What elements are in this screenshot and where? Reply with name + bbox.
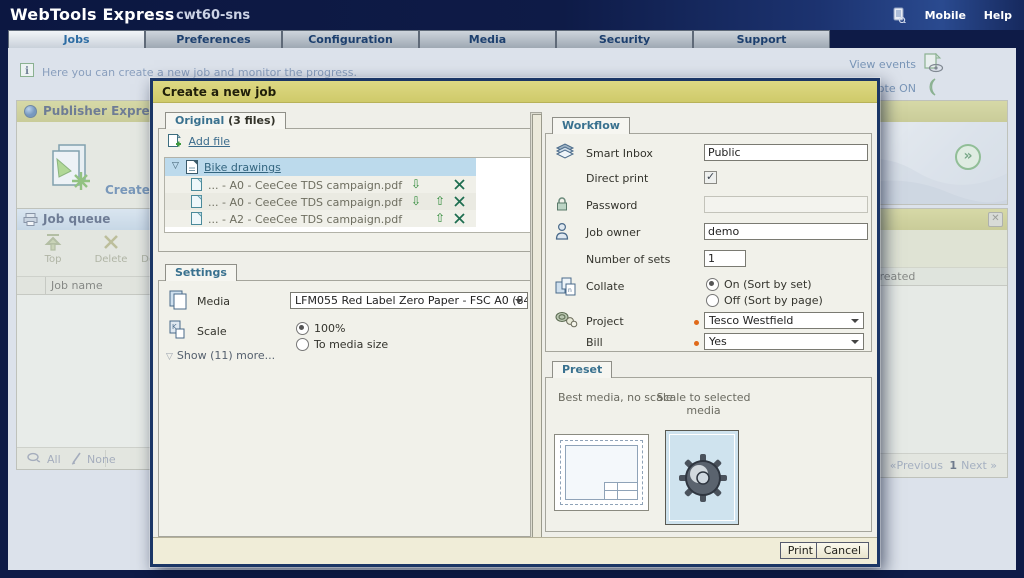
settings-section: Media LFM055 Red Label Zero Paper - FSC …: [158, 280, 538, 537]
move-down-icon[interactable]: ⇩: [411, 177, 421, 191]
collate-label: Collate: [586, 280, 624, 293]
collate-on-radio[interactable]: [706, 278, 719, 291]
gear-image: [677, 452, 729, 504]
media-label: Media: [197, 295, 230, 308]
smart-inbox-input[interactable]: [704, 144, 868, 161]
required-indicator: [694, 320, 699, 325]
dialog-title-bar: Create a new job: [153, 81, 877, 103]
tab-security[interactable]: Security: [556, 30, 693, 48]
required-indicator: [694, 341, 699, 346]
project-select[interactable]: Tesco Westfield: [704, 312, 864, 329]
scale-icon: K: [167, 319, 187, 339]
tab-settings[interactable]: Settings: [165, 264, 237, 281]
workflow-section: Smart Inbox Direct print Password Job ow…: [545, 133, 872, 352]
title-block: [604, 482, 638, 500]
bill-select[interactable]: Yes: [704, 333, 864, 350]
mobile-link[interactable]: Mobile: [925, 9, 966, 22]
collate-off-radio[interactable]: [706, 294, 719, 307]
file-document-icon: [191, 195, 202, 208]
collate-on-label: On (Sort by set): [724, 278, 812, 291]
password-label: Password: [586, 199, 637, 212]
number-of-sets-label: Number of sets: [586, 253, 670, 266]
job-owner-icon: [554, 222, 570, 240]
job-owner-input[interactable]: [704, 223, 868, 240]
preset-best-media-thumbnail[interactable]: [554, 434, 649, 511]
move-up-icon[interactable]: ⇧: [435, 194, 445, 208]
collate-off-label: Off (Sort by page): [724, 294, 823, 307]
tab-preferences[interactable]: Preferences: [145, 30, 282, 48]
svg-text:n: n: [568, 287, 572, 294]
password-input: [704, 196, 868, 213]
job-owner-label: Job owner: [586, 226, 640, 239]
group-name-link[interactable]: Bike drawings: [204, 161, 281, 174]
project-label: Project: [586, 315, 624, 328]
add-file-link[interactable]: Add file: [167, 134, 230, 148]
tab-support[interactable]: Support: [693, 30, 830, 48]
tab-jobs[interactable]: Jobs: [8, 30, 145, 48]
dialog-body: Original (3 files) Add file ▽ Bike drawi…: [153, 103, 877, 564]
media-icon: [167, 289, 187, 309]
app-title: WebTools Express: [10, 5, 174, 24]
media-select[interactable]: LFM055 Red Label Zero Paper - FSC A0 (84…: [290, 292, 528, 309]
file-name: ... - A0 - CeeCee TDS campaign.pdf: [208, 196, 402, 209]
dialog-footer: Print Cancel: [153, 537, 877, 564]
create-new-job-dialog: Create a new job Original (3 files) Add …: [150, 78, 880, 567]
smart-inbox-icon: [554, 142, 576, 160]
file-name: ... - A0 - CeeCee TDS campaign.pdf: [208, 179, 402, 192]
project-icon: [554, 310, 578, 328]
scale-to-media-label: To media size: [314, 338, 388, 351]
app-header: WebTools Express cwt60-sns Mobile Help: [0, 0, 1024, 30]
scale-100-label: 100%: [314, 322, 345, 335]
tab-workflow[interactable]: Workflow: [552, 117, 630, 134]
scale-100-radio[interactable]: [296, 322, 309, 335]
file-row[interactable]: ... - A0 - CeeCee TDS campaign.pdf ⇩ ⇧: [165, 193, 476, 210]
file-document-icon: [191, 178, 202, 191]
preset-scale-thumbnail[interactable]: [665, 430, 739, 525]
tab-media[interactable]: Media: [419, 30, 556, 48]
number-of-sets-input[interactable]: [704, 250, 746, 267]
host-name: cwt60-sns: [176, 8, 250, 23]
preset-scale-label: Scale to selected media: [651, 391, 756, 417]
mobile-icon: [892, 7, 906, 23]
tab-configuration[interactable]: Configuration: [282, 30, 419, 48]
dialog-scrollbar[interactable]: [530, 112, 542, 540]
help-link[interactable]: Help: [984, 9, 1012, 22]
scale-label: Scale: [197, 325, 227, 338]
original-section: Add file ▽ Bike drawings ... - A0 - CeeC…: [158, 128, 538, 252]
scale-to-media-radio[interactable]: [296, 338, 309, 351]
file-name: ... - A2 - CeeCee TDS campaign.pdf: [208, 213, 402, 226]
tab-original[interactable]: Original (3 files): [165, 112, 286, 129]
move-down-icon[interactable]: ⇩: [411, 194, 421, 208]
smart-inbox-label: Smart Inbox: [586, 147, 653, 160]
file-row[interactable]: ... - A0 - CeeCee TDS campaign.pdf ⇩ ⇧: [165, 176, 476, 193]
collate-icon: n: [554, 276, 578, 298]
scrollbar-thumb[interactable]: [532, 114, 542, 540]
file-tree: ▽ Bike drawings ... - A0 - CeeCee TDS ca…: [164, 157, 532, 233]
tab-preset[interactable]: Preset: [552, 361, 612, 378]
file-row[interactable]: ... - A2 - CeeCee TDS campaign.pdf ⇩ ⇧: [165, 210, 476, 227]
direct-print-label: Direct print: [586, 172, 648, 185]
webtools-express-app: { "colors": { "header_navy": "#0e1b47", …: [0, 0, 1024, 578]
direct-print-checkbox[interactable]: [704, 171, 717, 184]
dialog-title: Create a new job: [162, 85, 276, 99]
bill-label: Bill: [586, 336, 603, 349]
file-document-icon: [191, 212, 202, 225]
collapse-expander-icon[interactable]: ▽: [172, 161, 179, 171]
add-file-icon: [167, 134, 181, 148]
chevron-down-icon: ▽: [166, 352, 173, 362]
show-more-link[interactable]: ▽Show (11) more...: [166, 349, 275, 362]
lock-icon: [554, 196, 570, 212]
cancel-button[interactable]: Cancel: [816, 542, 869, 559]
remove-file-icon[interactable]: [454, 196, 465, 207]
remove-file-icon[interactable]: [454, 179, 465, 190]
move-up-icon[interactable]: ⇧: [435, 211, 445, 225]
remove-file-icon[interactable]: [454, 213, 465, 224]
preset-section: Best media, no scale Scale to selected m…: [545, 377, 872, 532]
group-document-icon: [186, 160, 198, 174]
file-group-row[interactable]: ▽ Bike drawings: [165, 158, 476, 176]
